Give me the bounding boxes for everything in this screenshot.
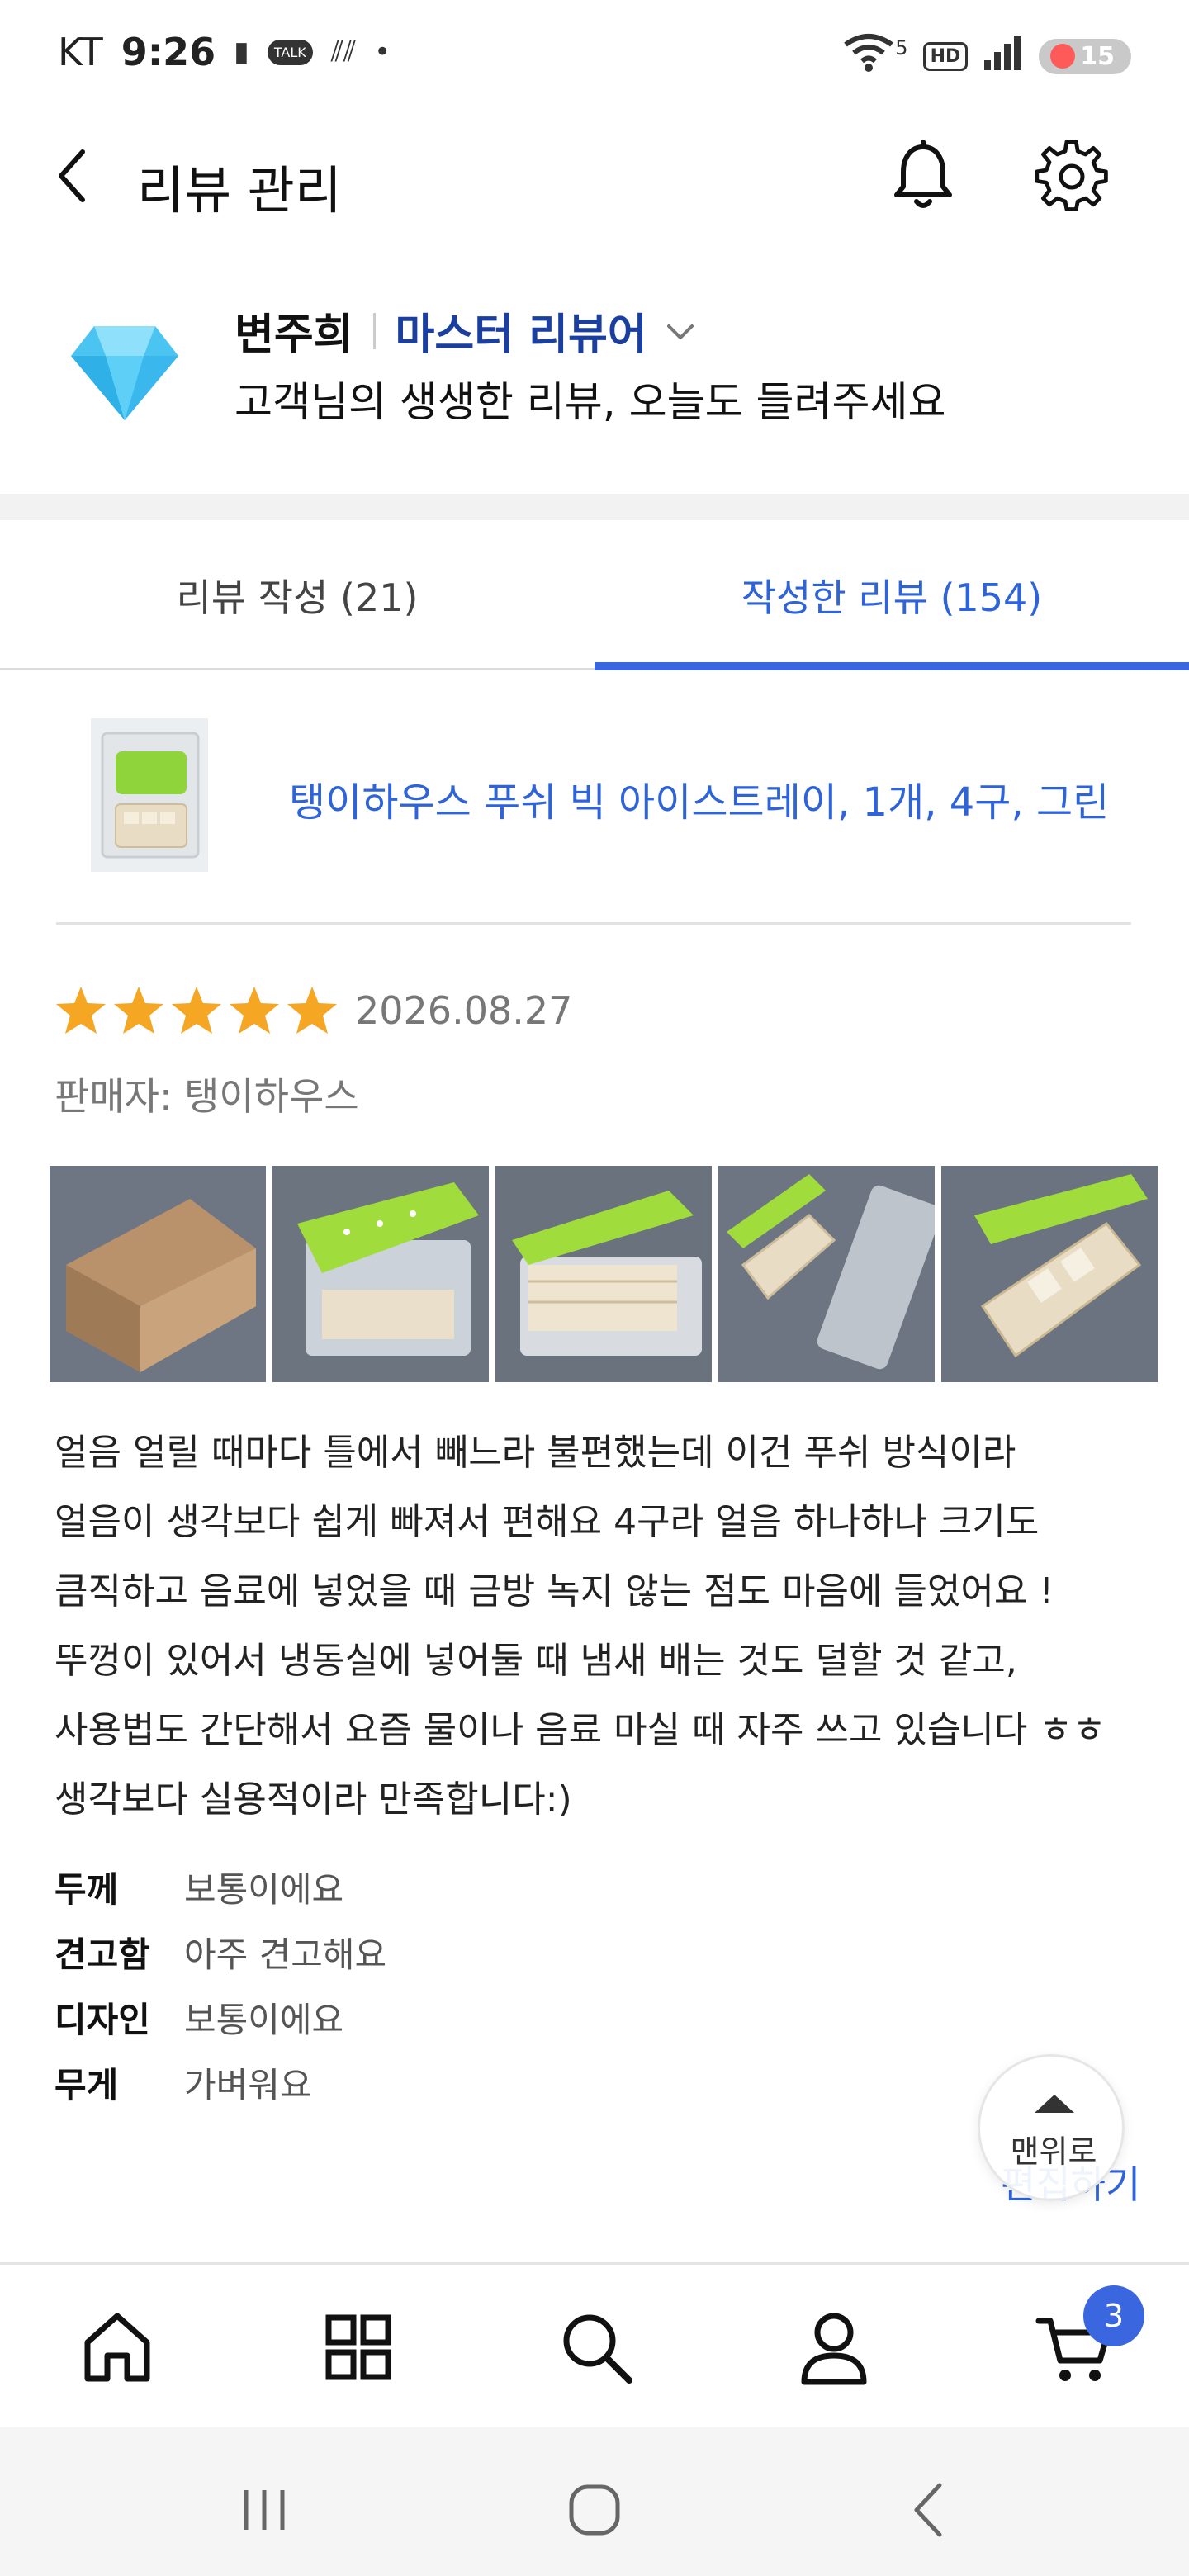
- review-photo-3[interactable]: [495, 1166, 712, 1382]
- review-photo-2[interactable]: [272, 1166, 489, 1382]
- reviewer-name: 변주희: [234, 310, 353, 360]
- review-line: 뚜껑이 있어서 냉동실에 넣어둘 때 냄새 배는 것도 덜할 것 같고,: [54, 1640, 1017, 1682]
- product-name-link[interactable]: 탱이하우스 푸쉬 빅 아이스트레이, 1개, 4구, 그린: [289, 769, 1109, 827]
- attribute-value: 아주 견고해요: [184, 1934, 387, 1975]
- hd-icon: HD: [922, 41, 969, 71]
- home-system-button[interactable]: [561, 2477, 628, 2543]
- star-icon: [230, 987, 279, 1034]
- star-icon: [114, 987, 163, 1034]
- carrier-label: KT: [58, 30, 103, 74]
- dot-icon: •: [374, 36, 391, 69]
- review-line: 얼음 얼릴 때마다 틀에서 빼느라 불편했는데 이건 푸쉬 방식이라: [54, 1432, 1016, 1474]
- reviewer-profile: 변주희 마스터 리뷰어 고객님의 생생한 리뷰, 오늘도 들려주세요: [0, 285, 1189, 466]
- chevron-down-icon[interactable]: [662, 313, 699, 349]
- recent-apps-button[interactable]: [231, 2477, 297, 2543]
- battery-alert-icon: ▮: [234, 36, 249, 69]
- star-icon: [172, 987, 221, 1034]
- attribute-key: 무게: [54, 2065, 119, 2105]
- status-bar: KT 9:26 ▮ TALK ⫽⫽ • 5 HD 15: [0, 0, 1189, 107]
- attribute-row: 두께 보통이에요: [54, 1854, 386, 1920]
- home-circle-icon: [569, 2484, 620, 2536]
- network-type-label: 5: [895, 36, 908, 59]
- home-icon: [84, 2313, 150, 2382]
- review-product[interactable]: 탱이하우스 푸쉬 빅 아이스트레이, 1개, 4구, 그린: [56, 702, 1131, 925]
- profile-icon: [801, 2313, 867, 2385]
- star-icon: [287, 987, 337, 1034]
- kakaotalk-icon: TALK: [267, 39, 313, 65]
- nav-search[interactable]: [555, 2306, 637, 2389]
- signal-slash-icon: ⫽⫽: [330, 36, 357, 69]
- profile-subtitle: 고객님의 생생한 리뷰, 오늘도 들려주세요: [234, 378, 946, 426]
- search-icon: [563, 2314, 632, 2384]
- wifi-icon: [842, 33, 895, 79]
- section-divider: [0, 494, 1189, 520]
- battery-indicator: 15: [1039, 38, 1131, 74]
- system-navigation-bar: [0, 2427, 1189, 2576]
- clock: 9:26: [121, 30, 216, 74]
- gear-icon: [1035, 140, 1108, 211]
- scroll-to-top-button[interactable]: 맨위로: [978, 2054, 1125, 2201]
- notification-button[interactable]: [885, 139, 961, 215]
- scroll-to-top-label: 맨위로: [1010, 2133, 1097, 2170]
- bottom-navigation: [0, 2262, 1189, 2427]
- cart-count-badge: 3: [1083, 2285, 1144, 2346]
- back-button[interactable]: [46, 147, 104, 205]
- settings-button[interactable]: [1034, 139, 1110, 215]
- attribute-value: 가벼워요: [184, 2065, 312, 2105]
- arrow-up-icon: [1035, 2095, 1074, 2113]
- review-photos: [50, 1166, 1158, 1382]
- category-grid-icon: [325, 2314, 391, 2380]
- back-arrow-icon: [914, 2483, 942, 2537]
- attribute-key: 디자인: [54, 2000, 150, 2040]
- nav-my-page[interactable]: [793, 2306, 875, 2389]
- star-rating: [54, 984, 339, 1037]
- review-tabs: 리뷰 작성 (21) 작성한 리뷰 (154): [0, 520, 1189, 670]
- seller-info: 판매자: 탱이하우스: [54, 1067, 359, 1121]
- divider: [372, 312, 376, 349]
- app-header: 리뷰 관리: [0, 124, 1189, 231]
- attribute-value: 보통이에요: [184, 1869, 344, 1910]
- nav-home[interactable]: [76, 2306, 159, 2389]
- review-photo-1[interactable]: [50, 1166, 266, 1382]
- attribute-row: 견고함 아주 견고해요: [54, 1920, 386, 1985]
- review-date: 2026.08.27: [355, 988, 573, 1033]
- review-attributes: 두께 보통이에요 견고함 아주 견고해요 디자인 보통이에요 무게 가벼워요: [54, 1854, 386, 2115]
- attribute-key: 두께: [54, 1869, 119, 1910]
- attribute-value: 보통이에요: [184, 2000, 344, 2040]
- attribute-row: 디자인 보통이에요: [54, 1985, 386, 2050]
- review-body: 얼음 얼릴 때마다 틀에서 빼느라 불편했는데 이건 푸쉬 방식이라 얼음이 생…: [54, 1418, 1144, 1835]
- nav-category[interactable]: [317, 2306, 400, 2389]
- star-icon: [56, 987, 106, 1034]
- review-line: 생각보다 실용적이라 만족합니다:): [54, 1778, 572, 1821]
- rating-row: 2026.08.27: [54, 984, 572, 1037]
- review-photo-4[interactable]: [718, 1166, 935, 1382]
- review-line: 사용법도 간단해서 요즘 물이나 음료 마실 때 자주 쓰고 있습니다 ㅎㅎ: [54, 1709, 1106, 1751]
- attribute-key: 견고함: [54, 1934, 150, 1975]
- page-title: 리뷰 관리: [137, 160, 342, 220]
- seller-label: 판매자:: [54, 1074, 185, 1119]
- review-line: 얼음이 생각보다 쉽게 빠져서 편해요 4구라 얼음 하나하나 크기도: [54, 1501, 1040, 1543]
- bell-icon: [894, 140, 952, 208]
- battery-level: 15: [1080, 41, 1115, 71]
- active-tab-indicator: [594, 662, 1189, 670]
- cell-signal-icon: [983, 34, 1024, 78]
- review-line: 큼직하고 음료에 넣었을 때 금방 녹지 않는 점도 마음에 들었어요 !: [54, 1570, 1054, 1612]
- tab-written-reviews[interactable]: 작성한 리뷰 (154): [594, 520, 1189, 670]
- seller-name: 탱이하우스: [184, 1074, 359, 1119]
- system-back-button[interactable]: [897, 2477, 963, 2543]
- product-thumbnail[interactable]: [91, 718, 208, 872]
- review-photo-5[interactable]: [941, 1166, 1158, 1382]
- chevron-left-icon: [59, 149, 85, 202]
- reviewer-grade[interactable]: 마스터 리뷰어: [396, 300, 647, 362]
- recent-apps-icon: [244, 2490, 285, 2530]
- attribute-row: 무게 가벼워요: [54, 2050, 386, 2115]
- battery-saver-icon: [1050, 44, 1076, 69]
- diamond-icon: [71, 326, 178, 420]
- tab-write-review[interactable]: 리뷰 작성 (21): [0, 520, 594, 670]
